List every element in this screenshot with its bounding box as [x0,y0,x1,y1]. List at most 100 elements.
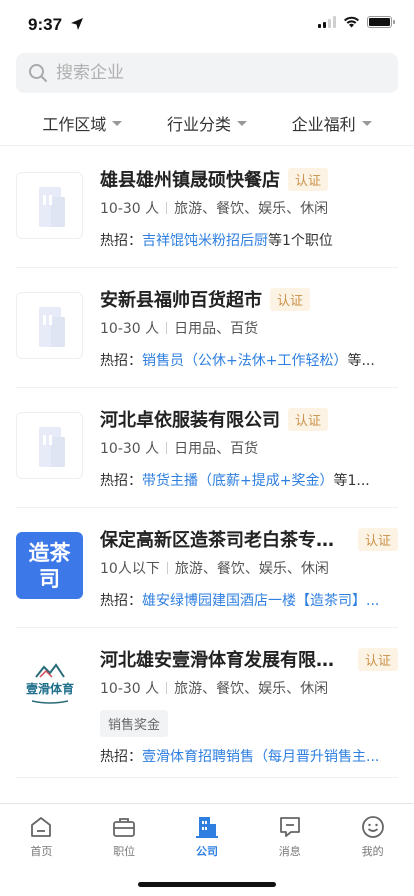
company-header: 雄县雄州镇晟硕快餐店 认证 [100,166,398,192]
cellular-signal-icon [318,16,336,28]
hot-suffix: 等1个职位 [268,233,333,249]
company-card[interactable]: 雄县雄州镇晟硕快餐店 认证 10-30 人旅游、餐饮、娱乐、休闲 热招：吉祥馄饨… [16,148,398,268]
logo-text: 造茶司 [29,540,71,592]
building-icon [195,817,218,838]
hot-job-link[interactable]: 壹滑体育招聘销售（每月晋升销售主... [142,749,379,765]
benefit-tag: 销售奖金 [100,710,169,737]
hot-jobs: 热招：销售员（公休+法休+工作轻松）等... [100,350,398,370]
hot-prefix: 热招： [100,749,142,765]
company-industry: 旅游、餐饮、娱乐、休闲 [174,681,329,697]
hot-job-link[interactable]: 销售员（公休+法休+工作轻松） [142,353,347,369]
tab-company[interactable]: 公司 [166,804,249,863]
filter-industry[interactable]: 行业分类 [167,111,247,135]
divider [166,682,168,694]
company-industry: 旅游、餐饮、娱乐、休闲 [174,201,329,217]
hot-jobs: 热招：带货主播（底薪+提成+奖金）等1... [100,470,398,490]
company-meta: 10人以下 旅游、餐饮、娱乐、休闲 [100,558,329,578]
hot-job-link[interactable]: 带货主播（底薪+提成+奖金） [142,473,333,489]
placeholder-building-icon [16,172,83,239]
company-card[interactable]: 河北卓依服装有限公司 认证 10-30 人日用品、百货 热招：带货主播（底薪+提… [16,388,398,508]
divider [166,322,168,334]
location-arrow-icon [71,18,83,30]
tab-label: 我的 [361,845,384,858]
company-industry: 日用品、百货 [174,321,259,337]
company-name: 保定高新区造茶司老白茶专... [100,530,336,551]
tab-label: 公司 [195,845,218,858]
company-size: 10-30 人 [100,441,160,457]
divider [166,562,168,574]
tab-label: 消息 [278,845,301,858]
logo-text-line: 司 [39,566,60,591]
company-meta: 10-30 人旅游、餐饮、娱乐、休闲 [100,678,328,698]
company-industry: 日用品、百货 [174,441,259,457]
verified-badge: 认证 [288,407,329,431]
tab-messages[interactable]: 消息 [248,804,331,863]
filter-benefits[interactable]: 企业福利 [292,111,372,135]
divider [166,442,168,454]
company-name: 河北雄安壹滑体育发展有限... [100,650,336,671]
company-meta: 10-30 人旅游、餐饮、娱乐、休闲 [100,198,328,218]
tab-profile[interactable]: 我的 [331,804,414,863]
company-logo: 造茶司 [16,532,83,599]
company-industry: 旅游、餐饮、娱乐、休闲 [174,561,329,577]
profile-icon [361,816,384,838]
hot-job-link[interactable]: 雄安绿博园建国酒店一楼【造茶司】... [142,593,379,609]
company-logo: 壹滑体育 [16,652,83,719]
company-size: 10-30 人 [100,681,160,697]
hot-job-link[interactable]: 吉祥馄饨米粉招后厨 [142,233,268,249]
hot-jobs: 热招：雄安绿博园建国酒店一楼【造茶司】... [100,590,398,610]
company-header: 河北卓依服装有限公司 认证 [100,406,398,432]
tab-home[interactable]: 首页 [0,804,83,863]
caret-down-icon [236,121,247,126]
filter-label: 行业分类 [166,114,231,134]
filter-work-area[interactable]: 工作区域 [42,111,123,135]
filter-bar: 工作区域 行业分类 企业福利 [0,100,414,146]
verified-badge: 认证 [270,287,311,311]
tab-label: 职位 [113,845,136,858]
company-header: 保定高新区造茶司老白茶专... 认证 [100,526,398,552]
verified-badge: 认证 [357,527,398,551]
hot-jobs: 热招：壹滑体育招聘销售（每月晋升销售主... [100,746,398,766]
status-indicators [318,16,395,28]
tab-jobs[interactable]: 职位 [83,804,166,863]
hot-prefix: 热招： [100,233,142,249]
home-indicator [138,882,276,887]
company-card[interactable]: 造茶司 保定高新区造茶司老白茶专... 认证 10人以下 旅游、餐饮、娱乐、休闲 … [16,508,398,628]
company-size: 10-30 人 [100,321,160,337]
message-icon [279,817,300,837]
hot-jobs: 热招：吉祥馄饨米粉招后厨等1个职位 [100,230,398,250]
company-size: 10-30 人 [100,201,160,217]
filter-label: 企业福利 [291,114,356,134]
company-header: 河北雄安壹滑体育发展有限... 认证 [100,646,398,672]
company-size: 10人以下 [100,561,160,577]
logo-text-line: 造茶 [28,540,71,565]
placeholder-building-icon [16,412,83,479]
briefcase-icon [113,818,136,837]
search-icon [29,64,47,82]
home-icon [31,817,52,837]
company-card[interactable]: 壹滑体育 河北雄安壹滑体育发展有限... 认证 10-30 人旅游、餐饮、娱乐、… [16,628,398,778]
caret-down-icon [112,121,123,126]
placeholder-building-icon [16,292,83,359]
company-list: 雄县雄州镇晟硕快餐店 认证 10-30 人旅游、餐饮、娱乐、休闲 热招：吉祥馄饨… [0,148,414,778]
verified-badge: 认证 [288,167,329,191]
filter-label: 工作区域 [42,114,107,134]
company-card[interactable]: 安新县福帅百货超市 认证 10-30 人日用品、百货 热招：销售员（公休+法休+… [16,268,398,388]
company-name: 安新县福帅百货超市 [100,290,262,311]
divider [166,202,168,214]
status-bar: 9:37 [0,0,414,50]
hot-prefix: 热招： [100,473,142,489]
company-name: 雄县雄州镇晟硕快餐店 [100,170,280,191]
verified-badge: 认证 [357,647,398,671]
search-input[interactable] [56,63,356,83]
search-bar[interactable] [16,53,398,93]
logo-text: 壹滑体育 [25,681,73,696]
company-header: 安新县福帅百货超市 认证 [100,286,398,312]
status-time: 9:37 [28,15,63,34]
hot-prefix: 热招： [100,353,142,369]
hot-suffix: 等1... [333,473,370,489]
wifi-icon [344,16,359,28]
battery-icon [367,16,395,28]
tab-label: 首页 [30,845,53,858]
caret-down-icon [361,121,372,126]
